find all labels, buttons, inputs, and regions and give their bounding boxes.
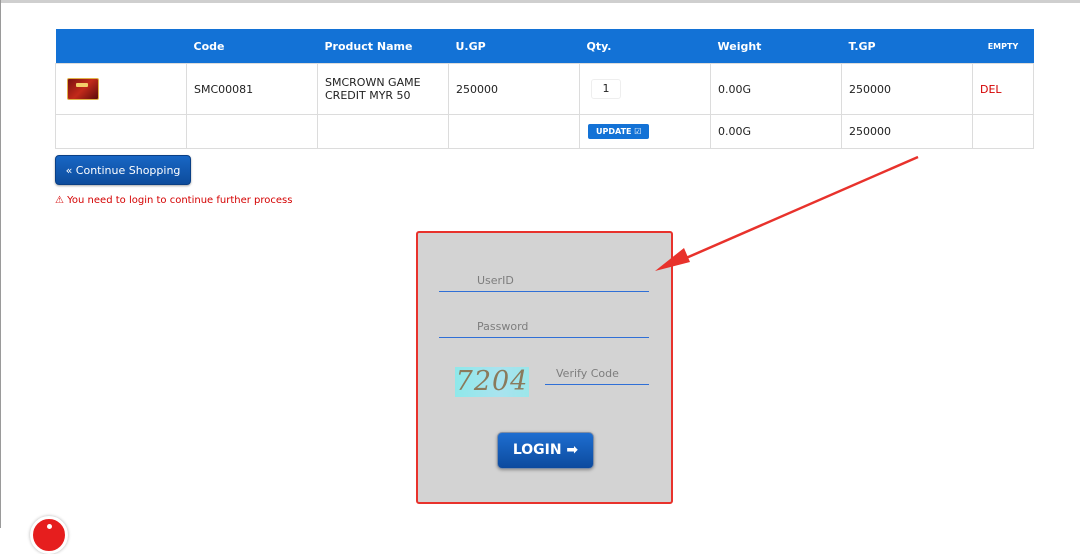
summary-empty-1: [55, 114, 187, 149]
login-panel: UserID Password 7204 Verify Code LOGIN ➡: [416, 231, 673, 504]
verify-code-input[interactable]: Verify Code: [545, 363, 649, 385]
item-tgp: 250000: [841, 63, 973, 115]
captcha-image: 7204: [455, 366, 529, 397]
password-input[interactable]: Password: [439, 316, 649, 338]
login-button[interactable]: LOGIN ➡: [497, 432, 594, 469]
item-product-name: SMCROWN GAME CREDIT MYR 50: [317, 63, 449, 115]
alert-badge-icon[interactable]: [30, 516, 68, 554]
product-thumbnail[interactable]: [67, 78, 99, 100]
summary-empty-5: [972, 114, 1034, 149]
item-ugp: 250000: [448, 63, 580, 115]
summary-tgp: 250000: [841, 114, 973, 149]
product-thumbnail-cell: [55, 63, 187, 115]
cart-header-row: Code Product Name U.GP Qty. Weight T.GP …: [55, 29, 1034, 64]
annotation-arrow-shaft: [669, 155, 919, 267]
userid-input[interactable]: UserID: [439, 270, 649, 292]
item-code: SMC00081: [186, 63, 318, 115]
header-ugp: U.GP: [448, 29, 580, 64]
quantity-input[interactable]: 1: [591, 79, 621, 99]
left-edge-border: [0, 0, 1, 528]
top-edge-shadow: [0, 0, 1080, 3]
continue-shopping-button[interactable]: « Continue Shopping: [55, 155, 191, 185]
summary-update-cell: UPDATE ☑: [579, 114, 711, 149]
summary-empty-2: [186, 114, 318, 149]
item-product-name-line1: SMCROWN GAME: [325, 76, 421, 89]
item-weight: 0.00G: [710, 63, 842, 115]
summary-empty-4: [448, 114, 580, 149]
item-product-name-line2: CREDIT MYR 50: [325, 89, 411, 102]
update-button[interactable]: UPDATE ☑: [588, 124, 650, 139]
table-row: SMC00081 SMCROWN GAME CREDIT MYR 50 2500…: [55, 63, 1034, 115]
header-tgp: T.GP: [841, 29, 973, 64]
header-product-name: Product Name: [317, 29, 449, 64]
header-image: [55, 29, 187, 64]
cart-table: Code Product Name U.GP Qty. Weight T.GP …: [55, 29, 1034, 149]
summary-row: UPDATE ☑ 0.00G 250000: [55, 114, 1034, 149]
header-code: Code: [186, 29, 318, 64]
header-qty: Qty.: [579, 29, 711, 64]
summary-weight: 0.00G: [710, 114, 842, 149]
item-qty-cell: 1: [579, 63, 711, 115]
header-weight: Weight: [710, 29, 842, 64]
login-warning-text: ⚠ You need to login to continue further …: [55, 195, 293, 206]
summary-empty-3: [317, 114, 449, 149]
delete-item-link[interactable]: DEL: [972, 63, 1034, 115]
empty-cart-link[interactable]: EMPTY: [972, 29, 1034, 64]
